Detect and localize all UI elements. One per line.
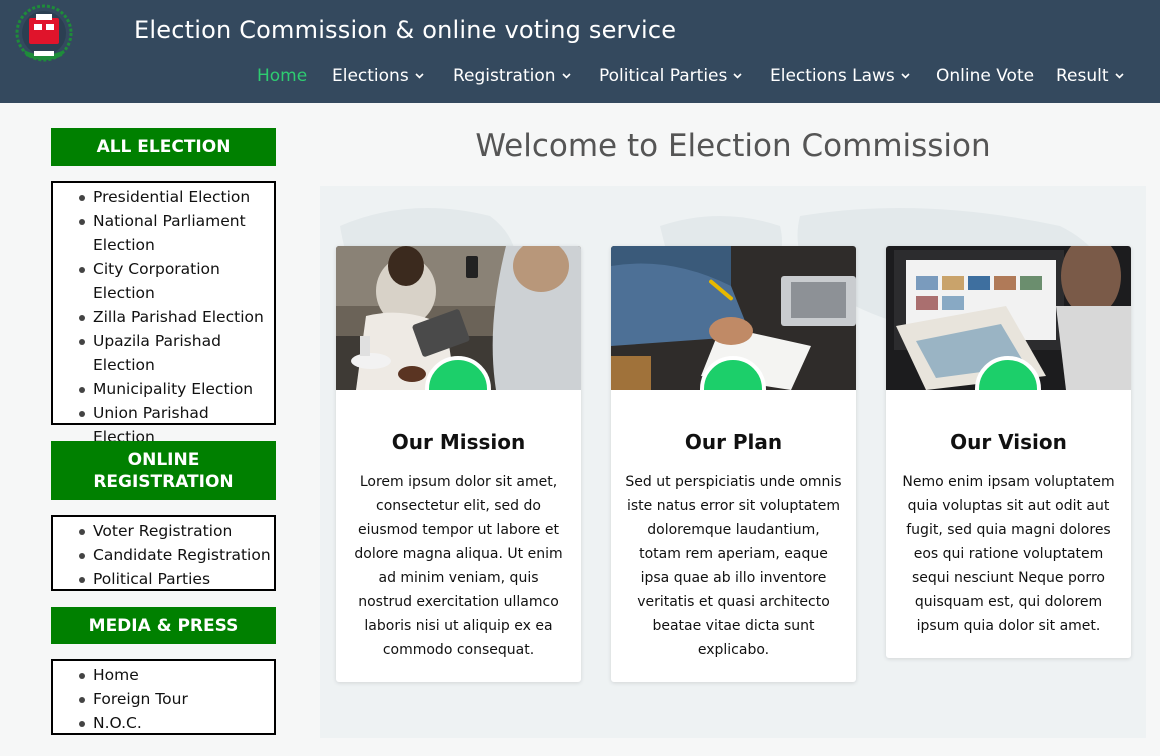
sidebar-link-national-parliament-election[interactable]: National Parliament Election	[77, 209, 274, 257]
sidebar-link-home[interactable]: Home	[77, 663, 274, 687]
election-commission-logo-icon[interactable]	[14, 4, 74, 62]
chevron-down-icon	[733, 73, 742, 79]
sidebar-list-all-election: Presidential Election National Parliamen…	[51, 181, 276, 446]
sidebar-link-municipality-election[interactable]: Municipality Election	[77, 377, 274, 401]
nav-item-online-vote[interactable]: Online Vote	[936, 66, 1034, 86]
card-text: Lorem ipsum dolor sit amet, consectetur …	[354, 474, 563, 658]
sidebar-heading-online-registration: ONLINE REGISTRATION	[51, 441, 276, 500]
card-image-mission	[336, 246, 581, 390]
card-our-vision: Our Vision Nemo enim ipsam voluptatem qu…	[886, 246, 1131, 658]
sidebar-link-candidate-registration[interactable]: Candidate Registration	[77, 543, 274, 567]
card-title: Our Mission	[391, 430, 526, 454]
nav-item-registration[interactable]: Registration	[453, 66, 571, 86]
sidebar-heading-all-election: ALL ELECTION	[51, 128, 276, 166]
nav-item-political-parties[interactable]: Political Parties	[599, 66, 742, 86]
card-image-plan	[611, 246, 856, 390]
nav-label: Result	[1056, 66, 1109, 86]
sidebar-list-online-registration: Voter Registration Candidate Registratio…	[51, 515, 276, 591]
sidebar-link-presidential-election[interactable]: Presidential Election	[77, 185, 274, 209]
card-our-mission: Our Mission Lorem ipsum dolor sit amet, …	[336, 246, 581, 682]
chevron-down-icon	[561, 73, 571, 79]
welcome-heading: Welcome to Election Commission	[475, 128, 991, 164]
sidebar-link-political-parties[interactable]: Political Parties	[77, 567, 274, 591]
site-title: Election Commission & online voting serv…	[134, 16, 677, 44]
main-nav: Home Elections Registration Political Pa…	[0, 66, 1160, 92]
nav-label: Registration	[453, 66, 556, 86]
sidebar-link-city-corporation-election[interactable]: City Corporation Election	[77, 257, 274, 305]
chevron-down-icon	[1114, 73, 1124, 79]
card-title: Our Plan	[684, 430, 783, 454]
card-text: Nemo enim ipsam voluptatem quia voluptas…	[902, 474, 1115, 634]
nav-label: Home	[257, 66, 308, 86]
card-title: Our Vision	[950, 430, 1067, 454]
nav-item-elections-laws[interactable]: Elections Laws	[770, 66, 910, 86]
sidebar-link-voter-registration[interactable]: Voter Registration	[77, 519, 274, 543]
sidebar-link-upazila-parishad-election[interactable]: Upazila Parishad Election	[77, 329, 274, 377]
nav-label: Political Parties	[599, 66, 728, 86]
nav-item-elections[interactable]: Elections	[332, 66, 424, 86]
chevron-down-icon	[901, 73, 910, 79]
card-text: Sed ut perspiciatis unde omnis iste natu…	[625, 474, 842, 658]
nav-item-home[interactable]: Home	[257, 66, 307, 86]
nav-label: Elections	[332, 66, 409, 86]
site-header: Election Commission & online voting serv…	[0, 0, 1160, 103]
sidebar-link-noc[interactable]: N.O.C.	[77, 711, 274, 735]
card-image-vision	[886, 246, 1131, 390]
nav-label: Elections Laws	[770, 66, 895, 86]
sidebar-link-zilla-parishad-election[interactable]: Zilla Parishad Election	[77, 305, 274, 329]
sidebar-heading-media-press: MEDIA & PRESS	[51, 607, 276, 644]
card-our-plan: Our Plan Sed ut perspiciatis unde omnis …	[611, 246, 856, 682]
sidebar-link-foreign-tour[interactable]: Foreign Tour	[77, 687, 274, 711]
sidebar-list-media-press: Home Foreign Tour N.O.C.	[51, 659, 276, 735]
nav-label: Online Vote	[936, 66, 1035, 86]
chevron-down-icon	[415, 73, 424, 79]
nav-item-result[interactable]: Result	[1056, 66, 1124, 86]
